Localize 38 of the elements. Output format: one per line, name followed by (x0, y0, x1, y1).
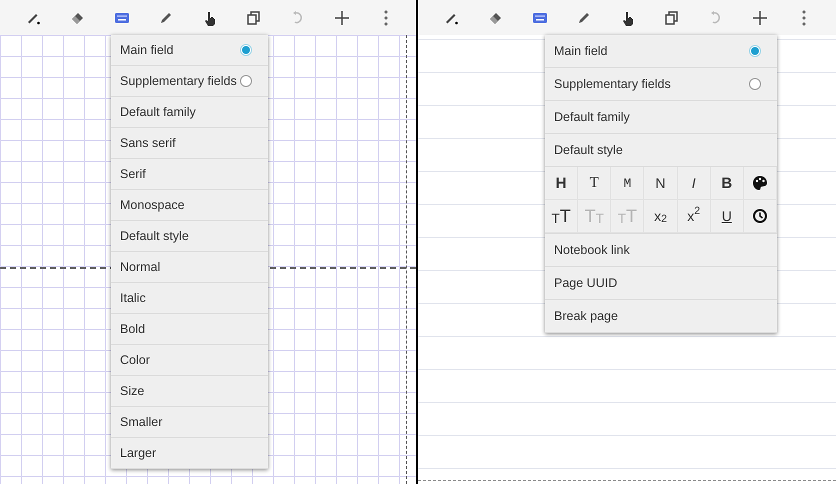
menu-item[interactable]: Default style (111, 221, 268, 252)
palette-icon-button[interactable] (744, 167, 777, 200)
menu-item[interactable]: Page UUID (545, 267, 777, 300)
menu-item[interactable]: Default family (545, 101, 777, 134)
format-button[interactable]: x$_{2}$ (644, 200, 678, 233)
format-button[interactable]: $_{T}$T (545, 200, 578, 233)
menu-item[interactable]: Notebook link (545, 234, 777, 267)
menu-item[interactable]: Larger (111, 438, 268, 469)
menu-item[interactable]: Monospace (111, 190, 268, 221)
copy-icon[interactable] (245, 8, 263, 26)
menu-item[interactable]: Normal (111, 252, 268, 283)
format-button[interactable]: T (578, 167, 612, 200)
menu-item[interactable]: Default family (111, 97, 268, 128)
menu-item[interactable]: Sans serif (111, 128, 268, 159)
format-button[interactable]: N (644, 167, 678, 200)
menu-item[interactable]: Serif (111, 159, 268, 190)
format-button[interactable]: U (710, 200, 744, 233)
clock-icon-button[interactable] (744, 200, 777, 233)
radio-option[interactable]: Main field (545, 35, 777, 68)
menu-item[interactable]: Size (111, 376, 268, 407)
menu-item[interactable]: Bold (111, 314, 268, 345)
radio-option[interactable]: Supplementary fields (545, 68, 777, 101)
format-button[interactable]: B (710, 167, 744, 200)
format-button[interactable]: H (545, 167, 578, 200)
radio-option[interactable]: Supplementary fields (111, 66, 268, 97)
clock-icon (750, 207, 769, 225)
plus-icon[interactable] (333, 8, 351, 26)
format-button[interactable]: I (678, 167, 711, 200)
plus-icon[interactable] (751, 8, 769, 26)
menu-item[interactable]: Smaller (111, 407, 268, 438)
menu-item[interactable]: Italic (111, 283, 268, 314)
format-button[interactable]: M (611, 167, 644, 200)
menu-item[interactable]: Break page (545, 300, 777, 333)
palette-icon (750, 174, 769, 192)
copy-icon[interactable] (663, 8, 681, 26)
radio-option[interactable]: Main field (111, 35, 268, 66)
menu-item[interactable]: Color (111, 345, 268, 376)
format-button[interactable]: x$^{2}$ (678, 200, 711, 233)
